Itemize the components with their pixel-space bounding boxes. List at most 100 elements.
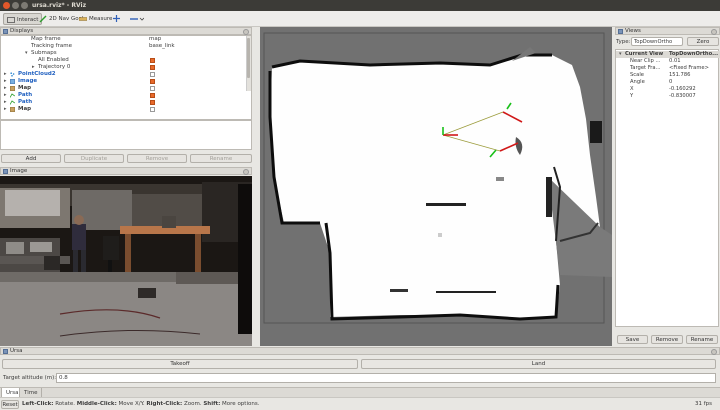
row-value[interactable]: map (149, 36, 161, 43)
path-icon (10, 100, 15, 105)
bottom-tabs: Ursa Time (0, 387, 720, 398)
tree-row-map[interactable]: ▸ Map (1, 106, 251, 113)
fps-readout: 31 fps (694, 401, 712, 407)
path-checkbox[interactable] (150, 100, 155, 105)
tree-row-path[interactable]: ▸ Path (1, 92, 251, 99)
tree-row-submaps[interactable]: ▾ Submaps (1, 50, 251, 57)
view-row-x[interactable]: X -0.160292 (616, 86, 720, 93)
image-checkbox[interactable] (150, 79, 155, 84)
camera-image (0, 176, 252, 346)
ursa-panel: Ursa Takeoff Land Target altitude (m): 0… (0, 347, 720, 387)
maximize-window-icon[interactable] (21, 2, 28, 9)
view-row-target-frame[interactable]: Target Fra... <Fixed Frame> (616, 65, 720, 72)
collapse-arrow-icon[interactable]: ▾ (25, 50, 28, 57)
tree-row-image[interactable]: ▸ Image (1, 78, 251, 85)
camera-image-view[interactable] (0, 176, 252, 346)
views-header: Views (615, 27, 720, 35)
row-value[interactable]: 0.01 (669, 58, 681, 65)
tree-row-map-frame[interactable]: Map frame map (1, 36, 251, 43)
view-row-current[interactable]: ▾ Current View TopDownOrtho... (616, 51, 720, 58)
remove-view-button[interactable]: Remove (651, 335, 683, 344)
measure-tool-button[interactable]: Measure (76, 13, 115, 25)
expand-arrow-icon[interactable]: ▸ (4, 99, 7, 106)
expand-arrow-icon[interactable]: ▸ (4, 85, 7, 92)
row-value[interactable]: -0.160292 (669, 86, 696, 93)
move-camera-icon[interactable] (113, 15, 120, 22)
map-icon (10, 107, 15, 112)
displays-tree[interactable]: Map frame map Tracking frame base_link ▾… (0, 35, 252, 120)
add-tool-icon[interactable] (130, 16, 144, 22)
target-altitude-label: Target altitude (m): (3, 375, 57, 381)
all-enabled-checkbox[interactable] (150, 58, 155, 63)
display-description-box (0, 120, 252, 150)
collapse-arrow-icon[interactable]: ▾ (619, 51, 622, 58)
row-value[interactable]: base_link (149, 43, 175, 50)
tree-row-pointcloud2[interactable]: ▸ PointCloud2 (1, 71, 251, 78)
map-checkbox[interactable] (150, 107, 155, 112)
view-row-y[interactable]: Y -0.830007 (616, 93, 720, 100)
row-key: Y (630, 93, 634, 99)
ursa-title: Ursa (10, 348, 23, 354)
expand-arrow-icon[interactable]: ▸ (4, 78, 7, 85)
land-button[interactable]: Land (361, 359, 716, 369)
trajectory-checkbox[interactable] (150, 65, 155, 70)
rename-view-button[interactable]: Rename (686, 335, 718, 344)
ruler-icon (79, 17, 87, 21)
tree-row-trajectory[interactable]: ▸ Trajectory 0 (1, 64, 251, 71)
remove-display-button[interactable]: Remove (127, 154, 187, 163)
panel-icon (618, 29, 623, 34)
row-value[interactable]: 151.786 (669, 72, 690, 79)
row-label: Map (18, 106, 32, 112)
expand-arrow-icon[interactable]: ▸ (4, 71, 7, 78)
row-label: Map frame (31, 36, 61, 42)
row-key: Target Fra... (630, 65, 661, 71)
hint-shift: Shift: (203, 401, 221, 407)
view-row-near-clip[interactable]: Near Clip ... 0.01 (616, 58, 720, 65)
expand-arrow-icon[interactable]: ▸ (32, 64, 35, 71)
views-title: Views (625, 28, 641, 34)
minimize-window-icon[interactable] (12, 2, 19, 9)
rename-display-button[interactable]: Rename (190, 154, 252, 163)
tree-scrollbar-thumb[interactable] (247, 38, 250, 78)
toolbar: Interact 2D Nav Goal Measure (0, 11, 720, 27)
tree-row-tracking-frame[interactable]: Tracking frame base_link (1, 43, 251, 50)
row-key: Scale (630, 72, 644, 78)
image-panel: Image (0, 167, 257, 347)
add-display-button[interactable]: Add (1, 154, 61, 163)
hint-shift-desc: More options. (220, 401, 260, 407)
expand-arrow-icon[interactable]: ▸ (4, 106, 7, 113)
map-icon (10, 86, 15, 91)
close-panel-icon[interactable] (711, 349, 717, 355)
close-panel-icon[interactable] (711, 29, 717, 35)
view-row-scale[interactable]: Scale 151.786 (616, 72, 720, 79)
occupancy-map (260, 27, 612, 346)
reset-button[interactable]: Reset (1, 400, 19, 409)
row-label: Tracking frame (31, 43, 72, 49)
measure-label: Measure (89, 16, 113, 22)
row-label: PointCloud2 (18, 71, 56, 77)
tree-row-all-enabled[interactable]: All Enabled (1, 57, 251, 64)
row-value[interactable]: 0 (669, 79, 672, 86)
save-view-button[interactable]: Save (617, 335, 648, 344)
map-checkbox[interactable] (150, 86, 155, 91)
expand-arrow-icon[interactable]: ▸ (4, 92, 7, 99)
tree-row-map[interactable]: ▸ Map (1, 85, 251, 92)
close-panel-icon[interactable] (243, 169, 249, 175)
close-window-icon[interactable] (3, 2, 10, 9)
row-value[interactable]: <Fixed Frame> (669, 65, 709, 72)
pointcloud-checkbox[interactable] (150, 72, 155, 77)
view-row-angle[interactable]: Angle 0 (616, 79, 720, 86)
3d-render-view[interactable] (260, 27, 612, 346)
view-properties-tree[interactable]: ▾ Current View TopDownOrtho... Near Clip… (615, 49, 720, 327)
view-type-value: TopDownOrtho (634, 39, 673, 45)
zero-view-button[interactable]: Zero (687, 37, 719, 46)
image-header: Image (0, 167, 252, 175)
duplicate-display-button[interactable]: Duplicate (64, 154, 124, 163)
takeoff-button[interactable]: Takeoff (2, 359, 358, 369)
hint-middle-desc: Move X/Y. (116, 401, 147, 407)
row-value[interactable]: -0.830007 (669, 93, 696, 100)
view-type-select[interactable]: TopDownOrtho (631, 37, 683, 46)
target-altitude-input[interactable]: 0.8 (56, 373, 716, 383)
tree-row-path[interactable]: ▸ Path (1, 99, 251, 106)
path-checkbox[interactable] (150, 93, 155, 98)
